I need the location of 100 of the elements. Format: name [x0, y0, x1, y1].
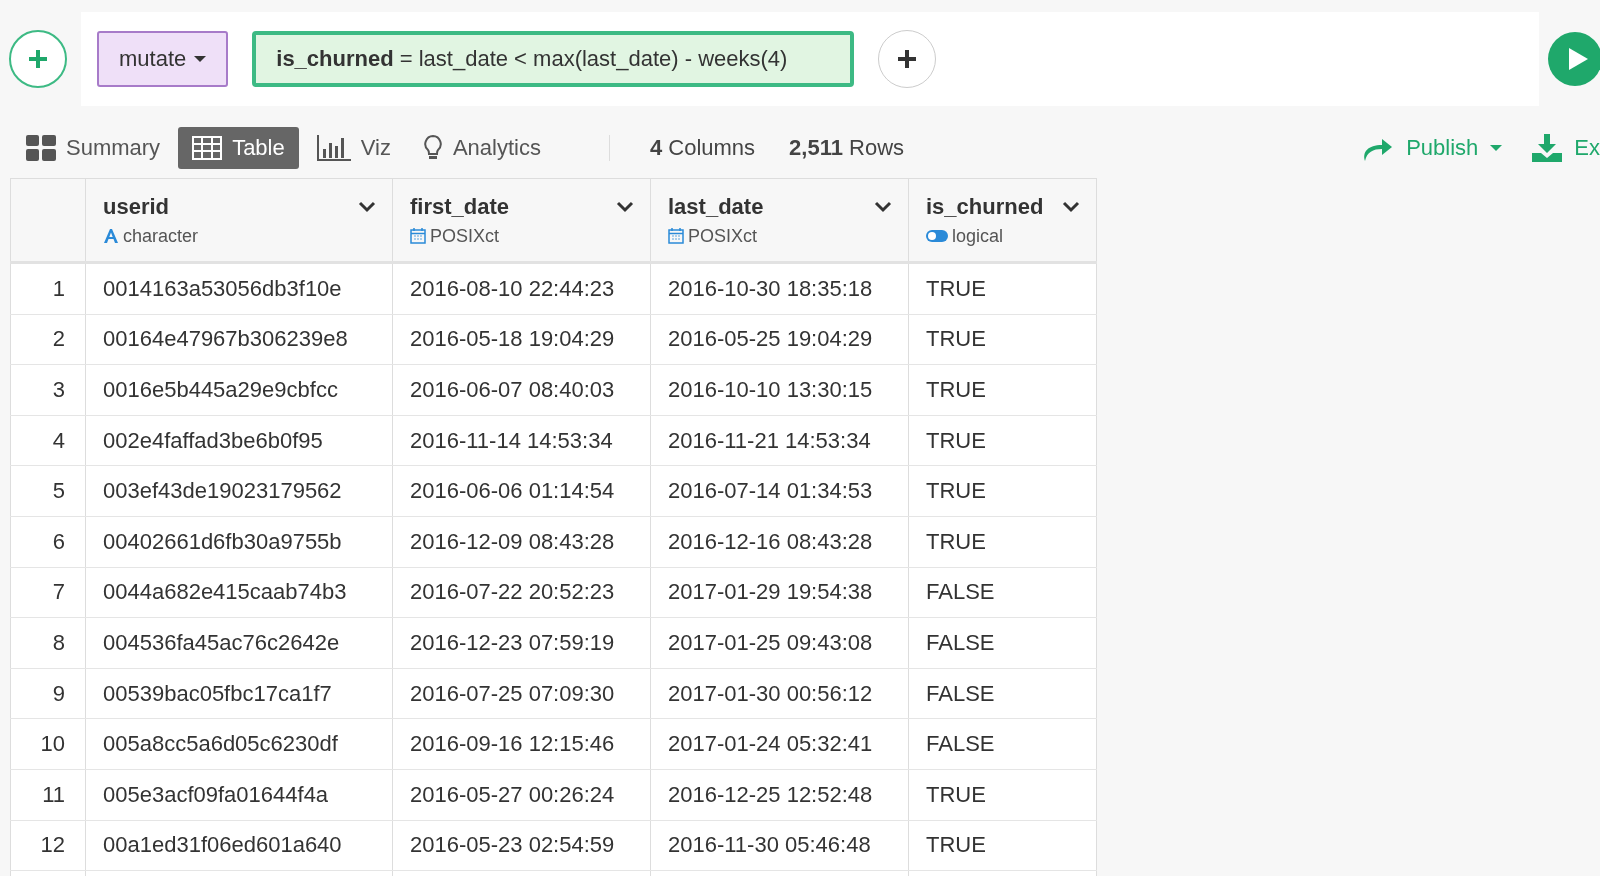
- table-cell: 00539bac05fbc17ca1f7: [85, 668, 393, 719]
- row-number: 12: [10, 820, 86, 871]
- plus-icon: [897, 49, 918, 69]
- table-cell: 0044a682e415caab74b3: [85, 567, 393, 618]
- lightbulb-icon: [422, 134, 443, 162]
- table-cell: 002e4faffad3be6b0f95: [85, 415, 393, 466]
- row-number: 3: [10, 364, 86, 416]
- table-cell: TRUE: [908, 465, 1097, 517]
- table-icon: [192, 136, 223, 160]
- table-cell: 2016-12-23 07:59:19: [392, 617, 651, 669]
- table-cell: 00164e47967b306239e8: [85, 314, 393, 365]
- table-cell: 2016-05-18 19:04:29: [392, 314, 651, 365]
- view-tab[interactable]: Summary: [26, 127, 175, 169]
- column-header[interactable]: userid character: [85, 178, 393, 263]
- run-button[interactable]: [1548, 32, 1600, 86]
- table-cell: 2016-11-14 14:53:34: [392, 415, 651, 466]
- bar-chart-icon: [316, 135, 351, 161]
- column-name: last_date: [668, 193, 764, 220]
- row-number: 4: [10, 415, 86, 466]
- table-cell: 2016-10-30 18:35:18: [650, 262, 909, 315]
- play-icon: [1567, 47, 1589, 71]
- table-cell: 2016-09-16 12:15:46: [392, 718, 651, 770]
- plus-icon: [27, 48, 49, 70]
- table-cell: 2016-11-30 05:46:48: [650, 820, 909, 871]
- table-cell: 2016-12-16 08:43:28: [650, 516, 909, 568]
- row-number: 1: [10, 262, 86, 315]
- column-type: POSIXct: [688, 225, 758, 247]
- toggle-icon: [926, 230, 948, 242]
- command-dropdown[interactable]: mutate: [97, 31, 229, 87]
- table-cell: 2016-05-23 02:54:59: [392, 820, 651, 871]
- column-type: POSIXct: [430, 225, 500, 247]
- chevron-down-icon[interactable]: [358, 200, 376, 213]
- view-tab[interactable]: Analytics: [408, 127, 555, 169]
- formula-field[interactable]: is_churned = last_date < max(last_date) - weeks(4): [252, 31, 855, 87]
- table-cell: TRUE: [908, 314, 1097, 365]
- column-name: userid: [103, 193, 170, 220]
- table-cell: FALSE: [908, 718, 1097, 770]
- table-cell: TRUE: [908, 415, 1097, 466]
- table-cell: 2016-07-22 20:52:23: [392, 567, 651, 618]
- column-type: character: [123, 225, 199, 247]
- row-number: 8: [10, 617, 86, 669]
- column-header[interactable]: first_date POSIXct: [392, 178, 651, 263]
- column-type: logical: [952, 225, 1004, 247]
- table-cell: TRUE: [908, 769, 1097, 821]
- table-cell: 2016-06-07 08:40:03: [392, 364, 651, 416]
- column-name: is_churned: [926, 193, 1044, 220]
- table-cell: 00a1ed31f06ed601a640: [85, 820, 393, 871]
- table-cell: 003ef43de19023179562: [85, 465, 393, 517]
- table-cell: 005e3acf09fa01644f4a: [85, 769, 393, 821]
- grid-icon: [26, 135, 56, 161]
- table-cell: 2017-01-30 00:56:12: [650, 668, 909, 719]
- column-count: 4 Columns: [649, 135, 756, 161]
- add-step-button[interactable]: [9, 30, 67, 88]
- chevron-down-icon[interactable]: [1062, 200, 1080, 213]
- column-header[interactable]: is_churned logical: [908, 178, 1097, 263]
- table-cell: TRUE: [908, 820, 1097, 871]
- row-number: 2: [10, 314, 86, 365]
- table-cell: 2016-12-25 12:52:48: [650, 769, 909, 821]
- table-cell: 2016-06-06 01:14:54: [392, 465, 651, 517]
- letter-a-icon: [103, 228, 119, 244]
- chevron-down-icon[interactable]: [874, 200, 892, 213]
- column-name: first_date: [410, 193, 510, 220]
- row-number: 9: [10, 668, 86, 719]
- caret-icon: [194, 56, 207, 62]
- calendar-icon: [410, 228, 426, 244]
- table-cell: TRUE: [908, 516, 1097, 568]
- row-count: 2,511 Rows: [789, 135, 905, 161]
- row-number: 11: [10, 769, 86, 821]
- row-number: 6: [10, 516, 86, 568]
- table-cell: 2016-11-21 14:53:34: [650, 415, 909, 466]
- table-cell: 004536fa45ac76c2642e: [85, 617, 393, 669]
- column-header[interactable]: last_date POSIXct: [650, 178, 909, 263]
- table-cell: 2016-10-10 13:30:15: [650, 364, 909, 416]
- row-number: 7: [10, 567, 86, 618]
- table-cell: 2017-01-29 19:54:38: [650, 567, 909, 618]
- calendar-icon: [668, 228, 684, 244]
- table-cell: FALSE: [908, 617, 1097, 669]
- view-tab[interactable]: Table: [178, 127, 299, 169]
- row-number: 5: [10, 465, 86, 517]
- table-cell: 2016-07-14 01:34:53: [650, 465, 909, 517]
- table-cell: 2017-01-24 05:32:41: [650, 718, 909, 770]
- table-cell: 2017-01-25 09:43:08: [650, 617, 909, 669]
- row-number: 10: [10, 718, 86, 770]
- table-cell: 00402661d6fb30a9755b: [85, 516, 393, 568]
- table-cell: 2016-05-27 00:26:24: [392, 769, 651, 821]
- table-cell: 2016-08-10 22:44:23: [392, 262, 651, 315]
- download-icon: [1532, 134, 1563, 162]
- table-cell: 2016-07-25 07:09:30: [392, 668, 651, 719]
- caret-icon: [1490, 145, 1503, 151]
- table-cell: 2016-12-09 08:43:28: [392, 516, 651, 568]
- table-cell: TRUE: [908, 262, 1097, 315]
- table-cell: FALSE: [908, 567, 1097, 618]
- table-cell: FALSE: [908, 668, 1097, 719]
- table-cell: 0016e5b445a29e9cbfcc: [85, 364, 393, 416]
- table-cell: 005a8cc5a6d05c6230df: [85, 718, 393, 770]
- chevron-down-icon[interactable]: [616, 200, 634, 213]
- table-cell: 2016-05-25 19:04:29: [650, 314, 909, 365]
- table-cell: 0014163a53056db3f10e: [85, 262, 393, 315]
- table-cell: TRUE: [908, 364, 1097, 416]
- view-tab[interactable]: Viz: [302, 127, 405, 169]
